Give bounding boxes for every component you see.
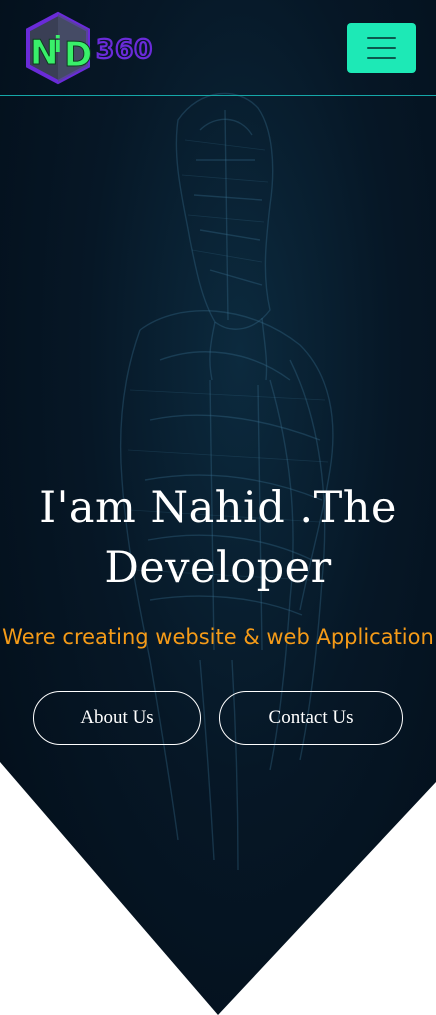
menu-bar	[367, 37, 396, 39]
hero-section: N i D 360 I'am Nahid .The Developer Were…	[0, 0, 436, 1015]
menu-toggle-button[interactable]	[347, 23, 416, 73]
menu-bar	[367, 57, 396, 59]
svg-text:D: D	[64, 35, 92, 75]
svg-text:i: i	[54, 33, 62, 58]
contact-us-button[interactable]: Contact Us	[219, 691, 403, 745]
headline-line-1: I'am Nahid .The	[39, 483, 397, 533]
navbar: N i D 360	[0, 0, 436, 96]
headline-line-2: Developer	[104, 543, 332, 593]
svg-text:360: 360	[96, 35, 153, 65]
hero-headline: I'am Nahid .The Developer	[0, 478, 436, 598]
menu-bar	[367, 47, 396, 49]
site-logo[interactable]: N i D 360	[22, 10, 187, 86]
hamburger-menu-icon	[367, 36, 396, 60]
hero-tagline: Were creating website & web Application	[2, 625, 434, 649]
about-us-button[interactable]: About Us	[33, 691, 201, 745]
